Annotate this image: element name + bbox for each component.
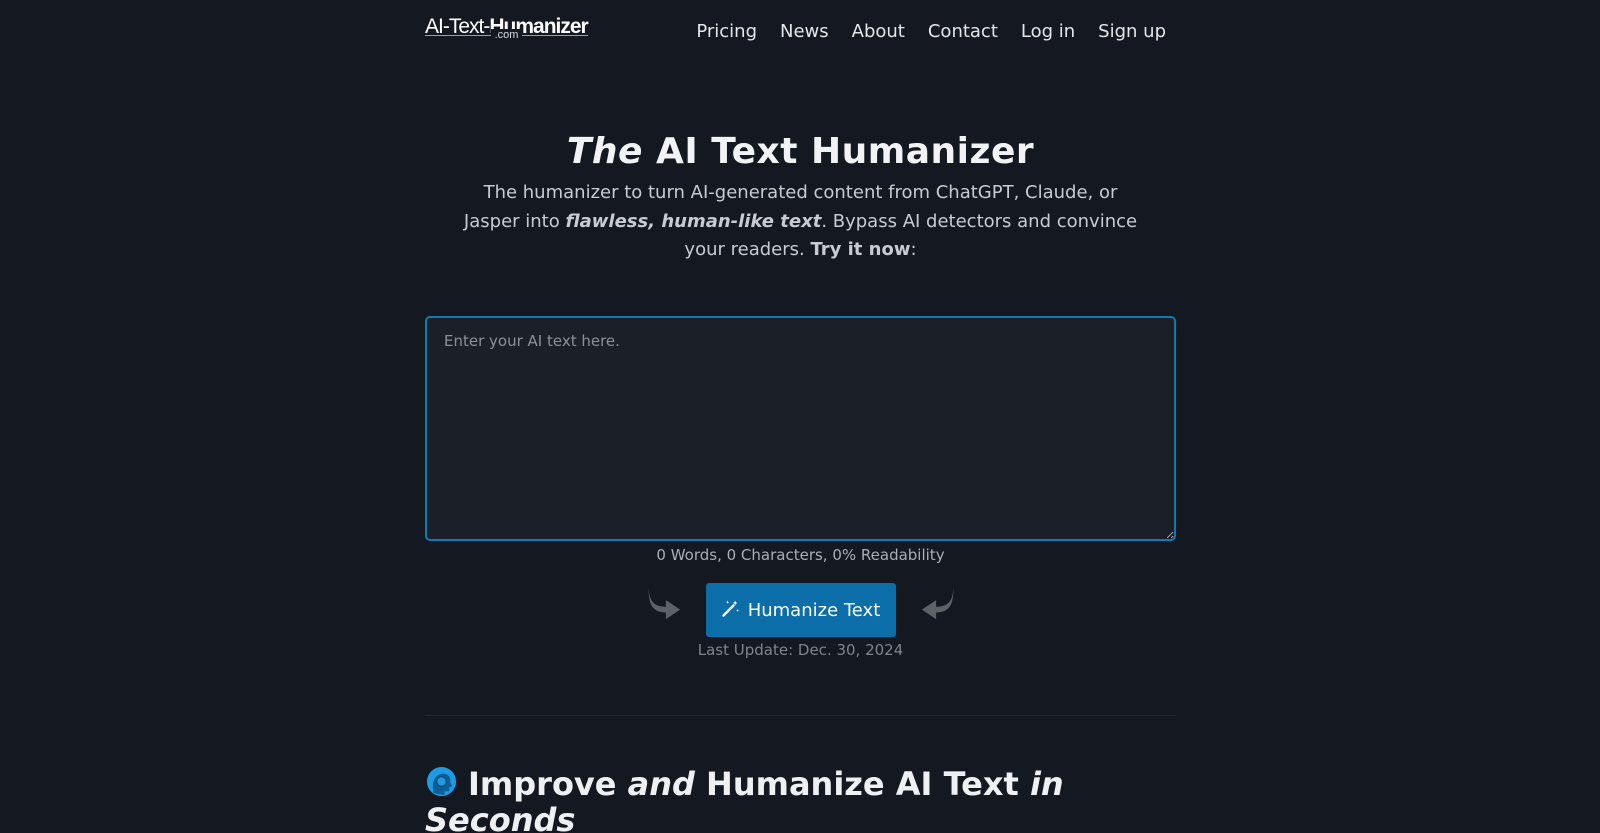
humanize-button-label: Humanize Text [747, 599, 881, 621]
action-row: Humanize Text [425, 583, 1176, 637]
hero-description: The humanizer to turn AI-generated conte… [463, 182, 1138, 260]
nav-about[interactable]: About [852, 21, 905, 42]
magic-wand-icon [721, 598, 741, 623]
nav-signup[interactable]: Sign up [1098, 21, 1166, 42]
main-nav: Pricing News About Contact Log in Sign u… [673, 21, 1166, 42]
hero-section: The AI Text Humanizer The humanizer to t… [425, 130, 1176, 265]
section-divider [425, 715, 1176, 716]
nav-news[interactable]: News [780, 21, 829, 42]
nav-login[interactable]: Log in [1021, 21, 1075, 42]
last-update: Last Update: Dec. 30, 2024 [697, 641, 904, 659]
editor-section: 0 Words, 0 Characters, 0% Readability [425, 316, 1176, 564]
ai-text-input[interactable] [425, 316, 1176, 541]
logo-domain: .com [425, 28, 588, 47]
site-logo[interactable]: AI-Text-Humanizer .com [425, 15, 589, 47]
page-title: The AI Text Humanizer [566, 131, 1035, 172]
head-profile-icon [425, 766, 458, 799]
nav-contact[interactable]: Contact [928, 21, 998, 42]
section-heading: Improve and Humanize AI Text in Seconds [425, 765, 1064, 833]
text-stats: 0 Words, 0 Characters, 0% Readability [656, 546, 945, 564]
nav-pricing[interactable]: Pricing [696, 21, 757, 42]
humanize-button[interactable]: Humanize Text [705, 583, 896, 637]
curved-arrow-left-icon [919, 583, 957, 621]
curved-arrow-right-icon [645, 583, 683, 621]
site-header: AI-Text-Humanizer .com Pricing News Abou… [425, 0, 1176, 62]
